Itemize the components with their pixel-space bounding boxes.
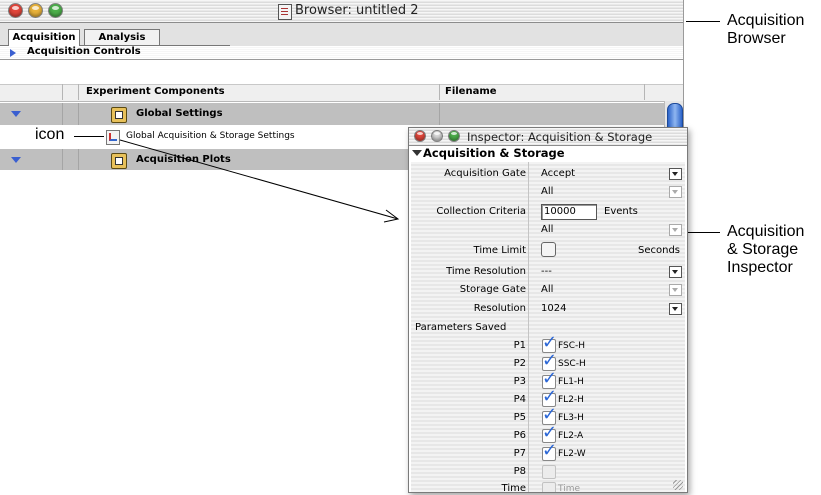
- browser-callout-line2: Browser: [727, 30, 786, 47]
- inspector-callout-line1: Acquisition: [727, 223, 805, 240]
- tab-acquisition[interactable]: Acquisition: [8, 29, 80, 46]
- browser-callout-label: Acquisition Browser: [727, 12, 804, 48]
- inspector-callout-label: Acquisition & Storage Inspector: [727, 223, 804, 277]
- inspector-callout-line3: Inspector: [727, 259, 793, 276]
- inspector-callout-line: [688, 232, 720, 233]
- inspector-callout-line2: & Storage: [727, 241, 799, 258]
- browser-callout-line: [686, 21, 720, 22]
- browser-callout-line1: Acquisition: [727, 12, 805, 29]
- pointer-arrow-icon: [119, 139, 400, 223]
